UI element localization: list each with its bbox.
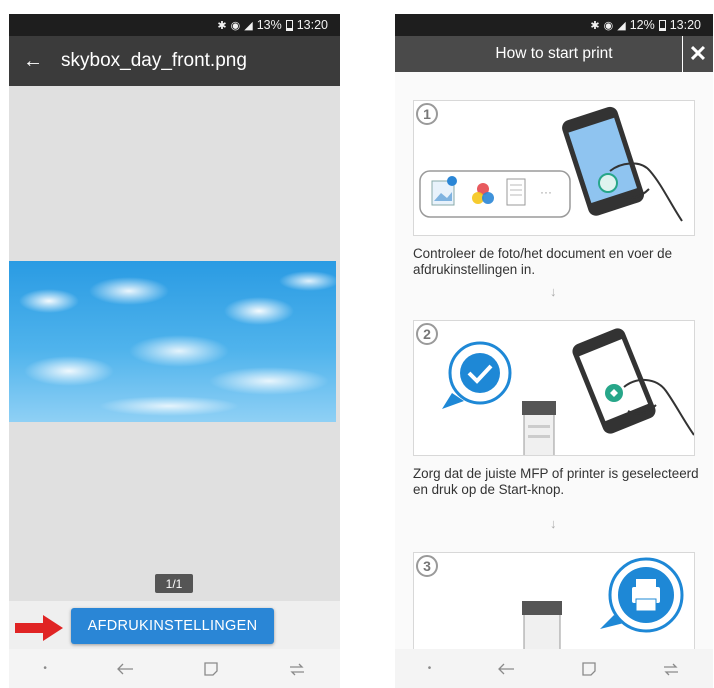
app-bar: ← skybox_day_front.png	[9, 36, 340, 86]
left-phone-screen: ✱ ◉ ◢ 13% 13:20 ← skybox_day_front.png 1…	[9, 14, 340, 688]
nav-recents-icon[interactable]	[662, 662, 680, 676]
system-nav-bar: •	[9, 649, 340, 688]
page-counter: 1/1	[155, 574, 193, 593]
nav-dot-icon: •	[43, 663, 47, 674]
svg-text:···: ···	[540, 185, 552, 199]
phone-settings-illustration: ···	[419, 106, 683, 222]
nav-home-icon[interactable]	[581, 661, 597, 677]
battery-icon	[658, 19, 666, 31]
status-time: 13:20	[296, 18, 328, 32]
nav-recents-icon[interactable]	[288, 662, 306, 676]
app-bar: How to start print ✕	[395, 36, 713, 72]
printing-illustration	[522, 557, 684, 649]
step-1-illustration: ··· 1	[413, 100, 695, 236]
step-3-illustration: 3	[413, 552, 695, 650]
nav-back-icon[interactable]	[116, 662, 134, 676]
bottom-action-bar: AFDRUKINSTELLINGEN	[9, 601, 340, 649]
bluetooth-icon: ✱	[590, 19, 600, 32]
alarm-icon: ◉	[603, 19, 614, 32]
close-icon[interactable]: ✕	[682, 36, 713, 72]
status-bar: ✱ ◉ ◢ 13% 13:20	[9, 14, 340, 36]
status-time: 13:20	[669, 18, 701, 32]
sky-image-preview[interactable]	[9, 261, 336, 422]
battery-percent: 13%	[256, 18, 282, 32]
print-settings-button[interactable]: AFDRUKINSTELLINGEN	[71, 608, 274, 644]
step-number-2: 2	[416, 323, 438, 345]
battery-percent: 12%	[629, 18, 655, 32]
signal-icon: ◢	[244, 19, 253, 32]
step-2-text: Zorg dat de juiste MFP of printer is ges…	[413, 466, 699, 497]
mfp-start-illustration	[442, 328, 694, 455]
file-title: skybox_day_front.png	[61, 50, 247, 71]
step-number-3: 3	[416, 555, 438, 577]
bluetooth-icon: ✱	[217, 19, 227, 32]
down-arrow-icon: ↓	[550, 284, 557, 299]
step-1-text: Controleer de foto/het document en voer …	[413, 246, 673, 277]
nav-home-icon[interactable]	[203, 661, 219, 677]
red-arrow-icon	[15, 615, 63, 641]
dialog-title: How to start print	[495, 45, 613, 62]
status-bar: ✱ ◉ ◢ 12% 13:20	[395, 14, 713, 36]
step-2-illustration: 2	[413, 320, 695, 456]
signal-icon: ◢	[617, 19, 626, 32]
step-number-1: 1	[416, 103, 438, 125]
image-preview-area	[9, 86, 340, 601]
nav-dot-icon: •	[427, 663, 432, 674]
alarm-icon: ◉	[230, 19, 241, 32]
down-arrow-icon: ↓	[550, 516, 557, 531]
instructions-list: ··· 1 Controleer de foto/het document en…	[395, 72, 713, 650]
right-phone-screen: ✱ ◉ ◢ 12% 13:20 How to start print ✕ ···…	[395, 14, 713, 688]
battery-icon	[285, 19, 293, 31]
nav-back-icon[interactable]	[497, 662, 515, 676]
system-nav-bar: •	[395, 649, 713, 688]
back-arrow-icon[interactable]: ←	[23, 50, 61, 73]
